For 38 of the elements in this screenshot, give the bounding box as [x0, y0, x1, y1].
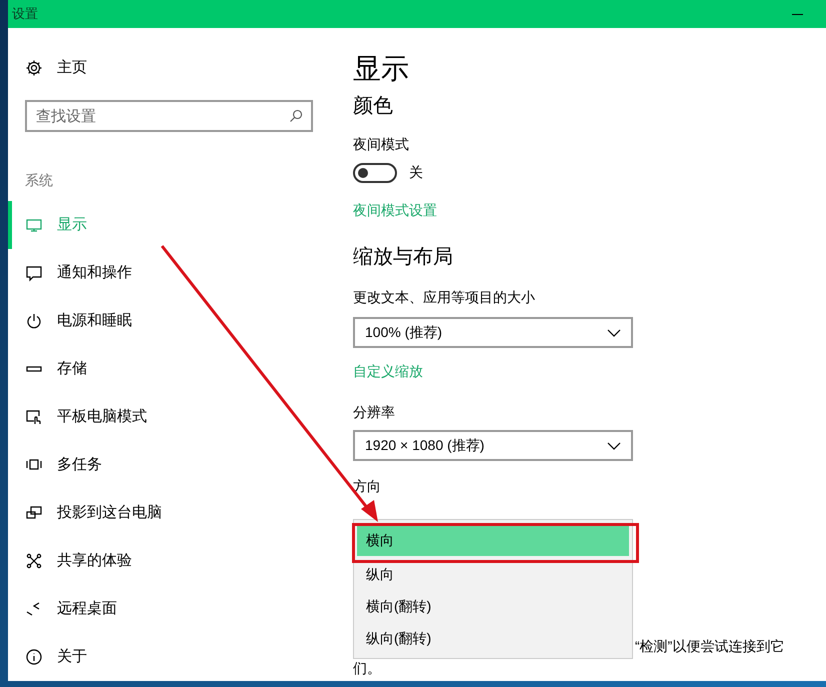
menu-option[interactable]: 横向(翻转): [357, 590, 629, 622]
power-icon: [25, 312, 43, 330]
nav-item[interactable]: 通知和操作: [8, 249, 353, 297]
menu-option[interactable]: 纵向: [357, 558, 629, 590]
toggle-state: 关: [409, 163, 423, 182]
setting-label: 分辨率: [353, 403, 396, 422]
resolution-dropdown[interactable]: 1920 × 1080 (推荐): [353, 430, 633, 461]
search-field[interactable]: 查找设置: [25, 100, 313, 132]
window-title: 设置: [12, 5, 38, 24]
chevron-down-icon: [607, 442, 621, 450]
section-heading: 颜色: [353, 94, 394, 119]
nav-item[interactable]: 平板电脑模式: [8, 393, 353, 441]
nav-item[interactable]: 远程桌面: [8, 585, 353, 633]
description-text: 们。: [353, 659, 381, 678]
nav-item[interactable]: 关于: [8, 633, 353, 681]
page-title: 显示: [353, 52, 410, 86]
nav-item[interactable]: 电源和睡眠: [8, 297, 353, 345]
settings-icon: [25, 59, 43, 77]
speech-bubble-icon: [25, 264, 43, 282]
chevron-down-icon: [607, 328, 621, 336]
home-item[interactable]: 主页: [8, 57, 353, 79]
setting-label: 更改文本、应用等项目的大小: [353, 288, 536, 307]
search-icon: [289, 109, 303, 123]
nav-item[interactable]: 投影到这台电脑: [8, 489, 353, 537]
section-heading: 缩放与布局: [353, 245, 454, 270]
nav-item[interactable]: 共享的体验: [8, 537, 353, 585]
toggle-switch[interactable]: [353, 162, 397, 182]
nav-item[interactable]: 多任务: [8, 441, 353, 489]
description-text: “检测”以便尝试连接到它: [635, 637, 784, 656]
info-icon: [25, 648, 43, 666]
network-icon: [25, 552, 43, 570]
menu-option[interactable]: 纵向(翻转): [357, 622, 629, 654]
tablet-icon: [25, 408, 43, 426]
scale-dropdown[interactable]: 100% (推荐): [353, 317, 633, 348]
section-label: 系统: [25, 171, 54, 190]
nav-item[interactable]: 存储: [8, 345, 353, 393]
menu-option[interactable]: 横向: [357, 524, 629, 556]
setting-label: 夜间模式: [353, 135, 410, 154]
